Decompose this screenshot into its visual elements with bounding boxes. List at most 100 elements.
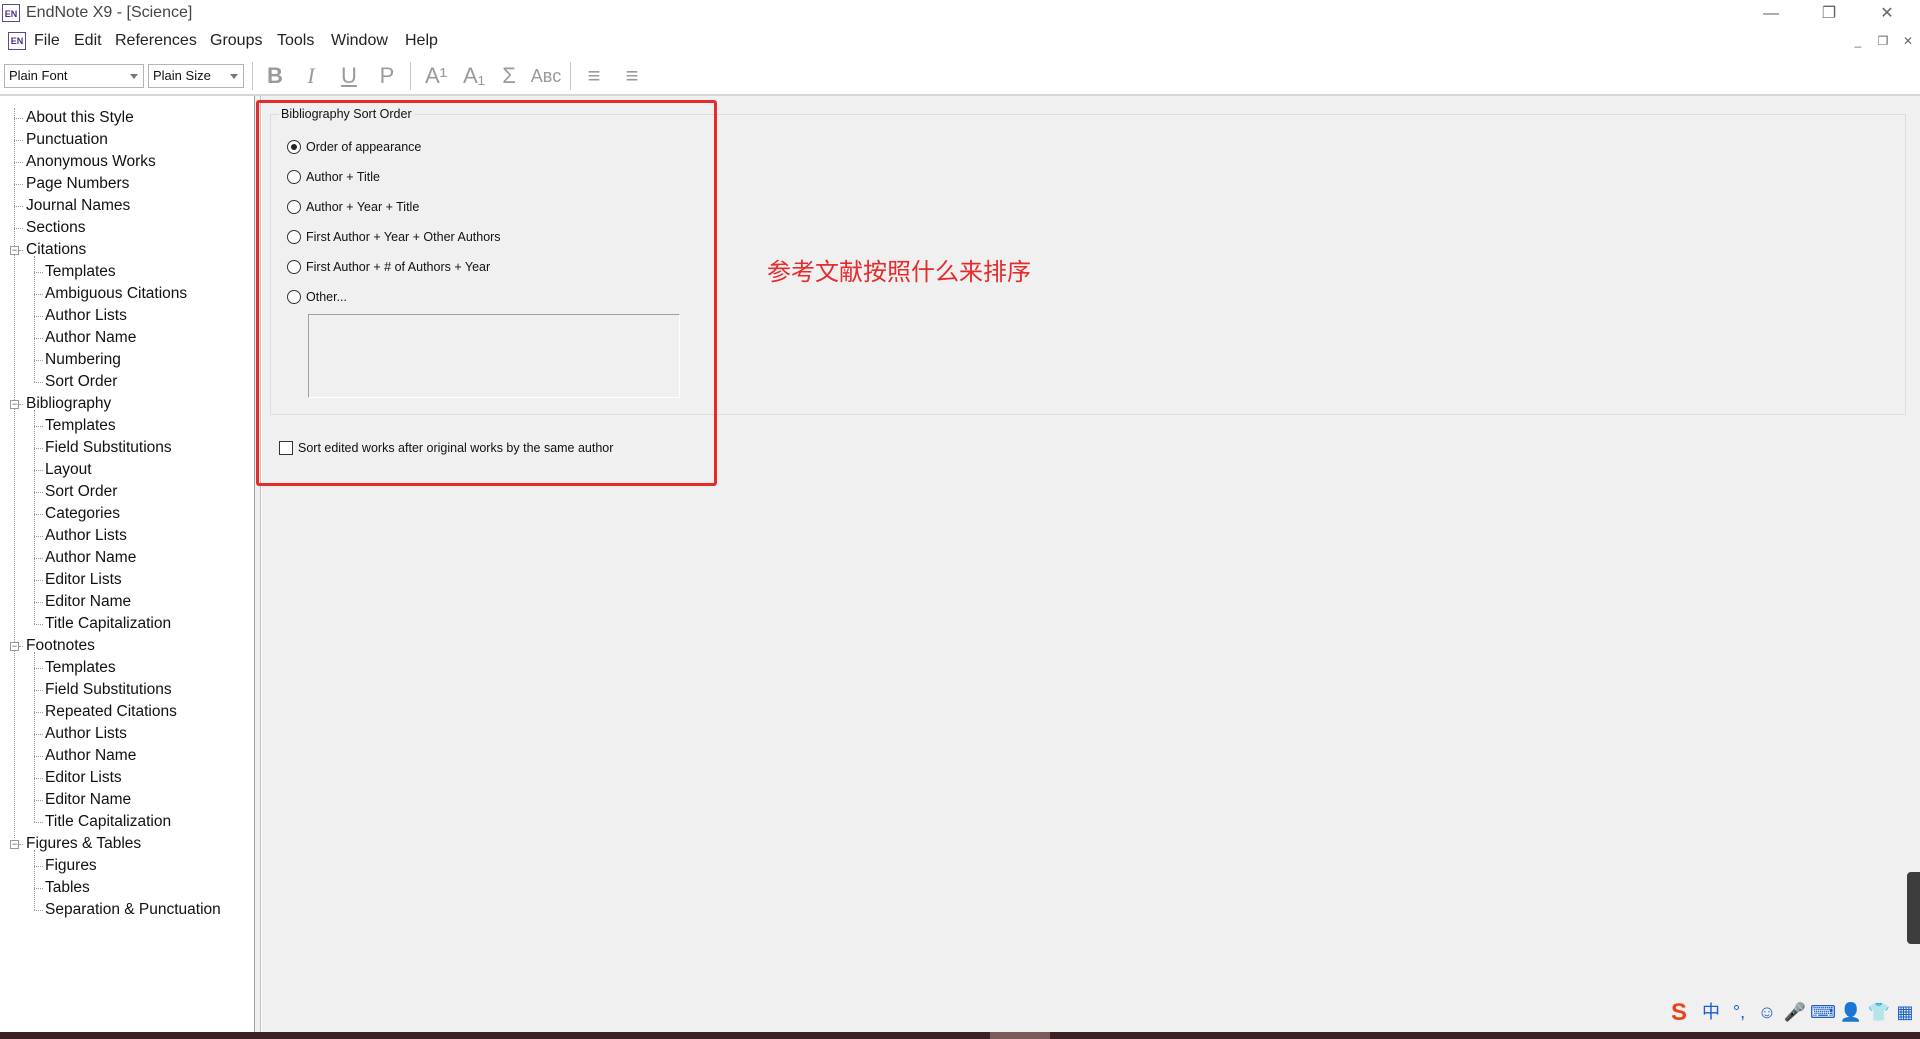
tree-item[interactable]: Layout xyxy=(45,460,92,480)
tree-item[interactable]: Tables xyxy=(45,878,90,898)
chinese-mode-icon[interactable]: 中 xyxy=(1698,998,1724,1026)
tree-item[interactable]: Field Substitutions xyxy=(45,680,172,700)
tree-item[interactable]: Author Lists xyxy=(45,526,127,546)
tree-item[interactable]: Templates xyxy=(45,262,116,282)
sogou-logo-icon[interactable]: S xyxy=(1662,998,1696,1028)
tree-group[interactable]: Bibliography xyxy=(26,394,111,414)
tree-group[interactable]: Figures & Tables xyxy=(26,834,141,854)
plain-button[interactable]: P xyxy=(372,62,402,90)
tree-connector xyxy=(34,652,35,822)
toolbar-separator xyxy=(570,62,571,90)
chevron-down-icon xyxy=(130,74,138,79)
align-left-button[interactable]: ≡ xyxy=(578,62,610,90)
tree-connector xyxy=(34,580,43,581)
tree-connector xyxy=(34,448,43,449)
annotation-text: 参考文献按照什么来排序 xyxy=(767,259,1031,286)
tree-item[interactable]: Templates xyxy=(45,416,116,436)
tree-item[interactable]: Separation & Punctuation xyxy=(45,900,221,920)
tree-item[interactable]: Author Name xyxy=(45,328,136,348)
tree-connector xyxy=(14,118,23,119)
subscript-button[interactable]: A₁ xyxy=(456,62,492,90)
title-bar: EN EndNote X9 - [Science] — ❐ ✕ xyxy=(0,0,1920,28)
document-close-button[interactable]: ✕ xyxy=(1898,32,1918,50)
minimize-button[interactable]: — xyxy=(1748,2,1794,26)
menu-edit[interactable]: Edit xyxy=(74,32,102,50)
underline-button[interactable]: U xyxy=(334,62,364,90)
tree-connector xyxy=(14,162,23,163)
tree-item[interactable]: Author Name xyxy=(45,746,136,766)
tree-item[interactable]: Figures xyxy=(45,856,97,876)
bold-button[interactable]: B xyxy=(260,62,290,90)
menu-tools[interactable]: Tools xyxy=(277,32,314,50)
formatting-toolbar: Plain Font Plain Size B I U P A¹ A₁ Σ Aʙ… xyxy=(0,56,1920,96)
tree-item[interactable]: Page Numbers xyxy=(26,174,129,194)
emoji-icon[interactable]: ☺ xyxy=(1754,998,1780,1026)
tree-item[interactable]: Editor Lists xyxy=(45,768,122,788)
collapse-toggle-icon[interactable]: − xyxy=(10,642,19,651)
menu-help[interactable]: Help xyxy=(405,32,438,50)
taskbar-active-item[interactable] xyxy=(990,1032,1050,1039)
tree-connector xyxy=(34,382,43,383)
tree-item[interactable]: Editor Name xyxy=(45,790,131,810)
tree-item[interactable]: Field Substitutions xyxy=(45,438,172,458)
collapse-toggle-icon[interactable]: − xyxy=(10,246,19,255)
menu-references[interactable]: References xyxy=(115,32,197,50)
tree-item[interactable]: Punctuation xyxy=(26,130,108,150)
collapse-toggle-icon[interactable]: − xyxy=(10,400,19,409)
document-restore-button[interactable]: ❐ xyxy=(1873,32,1893,50)
menu-file[interactable]: File xyxy=(34,32,60,50)
size-dropdown-value: Plain Size xyxy=(153,68,211,83)
tree-connector xyxy=(34,410,35,624)
tree-connector xyxy=(34,866,43,867)
tree-item[interactable]: Sort Order xyxy=(45,482,117,502)
align-center-button[interactable]: ≡ xyxy=(616,62,648,90)
italic-button[interactable]: I xyxy=(296,62,326,90)
symbol-button[interactable]: Σ xyxy=(494,62,524,90)
endnote-app-icon[interactable]: EN xyxy=(2,4,20,22)
toolbox-icon[interactable]: ▦ xyxy=(1892,998,1918,1026)
tree-connector xyxy=(34,426,43,427)
restore-button[interactable]: ❐ xyxy=(1806,2,1852,26)
tree-connector xyxy=(34,888,43,889)
tree-item[interactable]: Journal Names xyxy=(26,196,130,216)
tree-item[interactable]: Ambiguous Citations xyxy=(45,284,187,304)
size-dropdown[interactable]: Plain Size xyxy=(148,64,244,88)
tree-item[interactable]: Sections xyxy=(26,218,85,238)
menu-window[interactable]: Window xyxy=(331,32,388,50)
side-panel-handle[interactable] xyxy=(1907,872,1920,944)
tree-item[interactable]: Anonymous Works xyxy=(26,152,156,172)
tree-item[interactable]: Author Lists xyxy=(45,724,127,744)
close-button[interactable]: ✕ xyxy=(1864,2,1910,26)
keyboard-icon[interactable]: ⌨ xyxy=(1810,998,1836,1026)
tree-connector xyxy=(34,778,43,779)
tree-item[interactable]: Editor Name xyxy=(45,592,131,612)
small-caps-button[interactable]: Aʙᴄ xyxy=(526,62,566,90)
superscript-button[interactable]: A¹ xyxy=(418,62,454,90)
tree-item[interactable]: Title Capitalization xyxy=(45,614,171,634)
tree-item[interactable]: Templates xyxy=(45,658,116,678)
tree-item[interactable]: Repeated Citations xyxy=(45,702,177,722)
tree-group[interactable]: Citations xyxy=(26,240,86,260)
skin-icon[interactable]: 👕 xyxy=(1866,998,1892,1026)
document-minimize-button[interactable]: _ xyxy=(1848,32,1868,50)
tree-item[interactable]: Numbering xyxy=(45,350,121,370)
tree-item[interactable]: Author Name xyxy=(45,548,136,568)
tree-group[interactable]: Footnotes xyxy=(26,636,95,656)
tree-connector xyxy=(19,404,23,405)
tree-item[interactable]: Editor Lists xyxy=(45,570,122,590)
tree-item[interactable]: Title Capitalization xyxy=(45,812,171,832)
microphone-icon[interactable]: 🎤 xyxy=(1782,998,1808,1026)
punctuation-icon[interactable]: °, xyxy=(1726,998,1752,1026)
collapse-toggle-icon[interactable]: − xyxy=(10,840,19,849)
user-icon[interactable]: 👤 xyxy=(1838,998,1864,1026)
tree-item[interactable]: Sort Order xyxy=(45,372,117,392)
tree-item[interactable]: Author Lists xyxy=(45,306,127,326)
tree-connector xyxy=(34,910,43,911)
tree-connector xyxy=(34,256,35,382)
tree-item[interactable]: Categories xyxy=(45,504,120,524)
tree-item[interactable]: About this Style xyxy=(26,108,134,128)
font-dropdown[interactable]: Plain Font xyxy=(4,64,144,88)
menu-groups[interactable]: Groups xyxy=(210,32,262,50)
tree-connector xyxy=(19,844,23,845)
document-icon[interactable]: EN xyxy=(8,32,26,50)
